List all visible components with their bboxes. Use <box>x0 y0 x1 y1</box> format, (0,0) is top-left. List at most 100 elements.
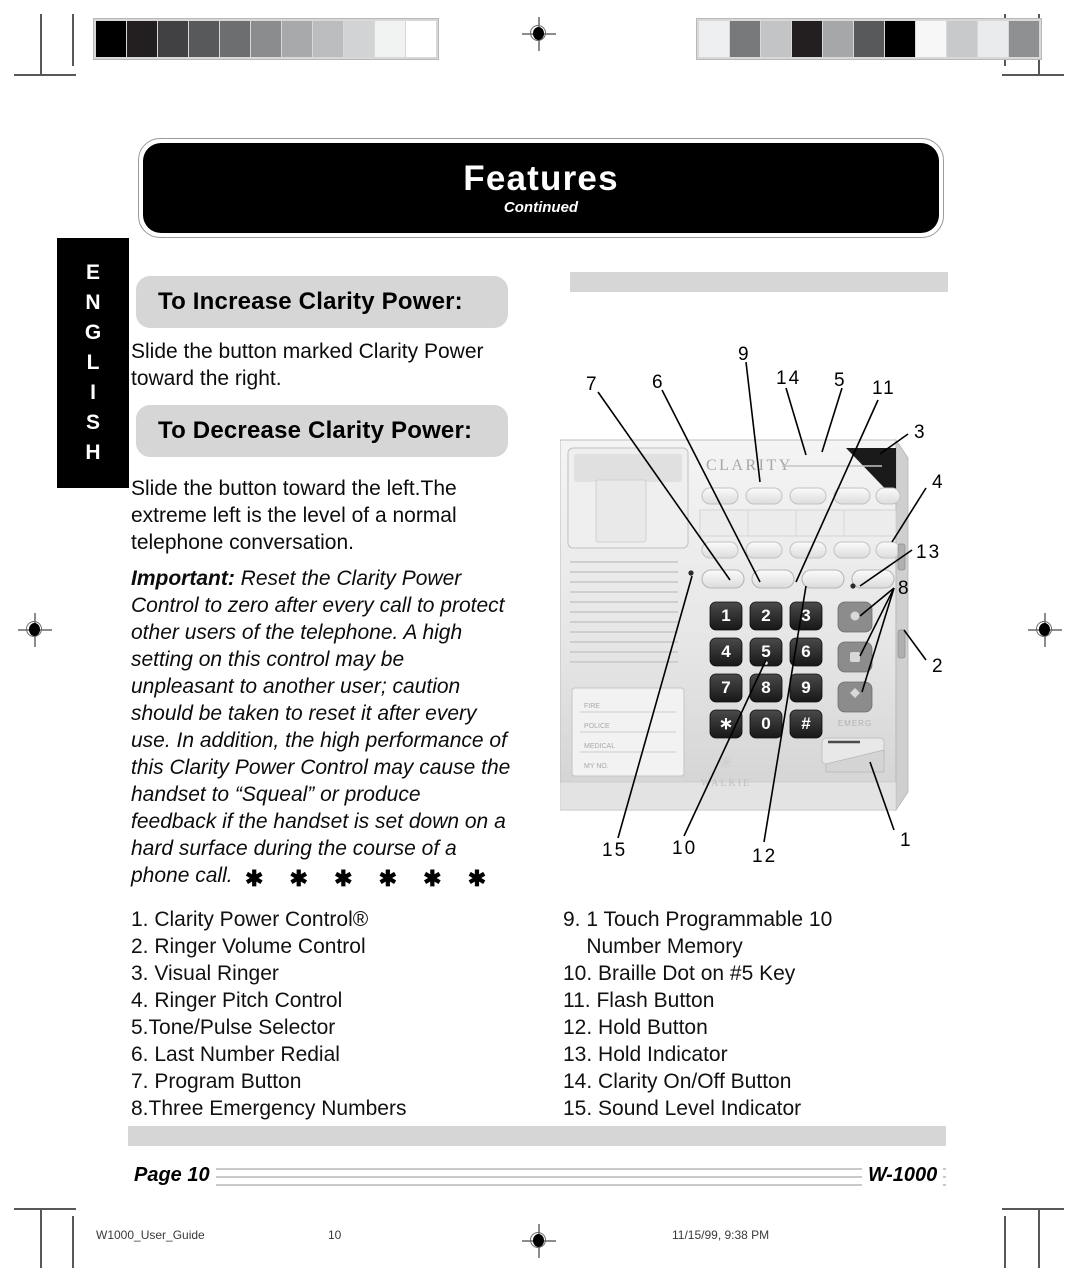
feature-legend-item-left-6: 7. Program Button <box>131 1070 302 1093</box>
svg-text:EMERG: EMERG <box>838 719 872 728</box>
page-header-banner: Features Continued <box>138 138 944 238</box>
svg-text:CLARITY: CLARITY <box>706 457 793 474</box>
calibration-swatch-5 <box>854 21 884 57</box>
svg-text:MEDICAL: MEDICAL <box>584 743 615 750</box>
calibration-swatch-7 <box>313 21 343 57</box>
ringer-volume-switch <box>897 629 906 659</box>
crop-mark-bottom-left-inner <box>72 1216 74 1268</box>
callout-number-8: 8 <box>898 578 911 599</box>
print-page-number: 10 <box>328 1228 342 1242</box>
sound-level-indicator-led <box>688 570 694 576</box>
calibration-swatch-10 <box>406 21 436 57</box>
svg-text:4: 4 <box>721 642 731 661</box>
body-increase-clarity-power: Slide the button marked Clarity Power to… <box>131 340 484 390</box>
svg-text:POLICE: POLICE <box>584 723 610 730</box>
calibration-swatch-0 <box>699 21 729 57</box>
language-tab-letter-4: I <box>90 381 96 404</box>
feature-legend-item-right-2: 10. Braille Dot on #5 Key <box>563 962 796 985</box>
feature-legend-item-right-0: 9. 1 Touch Programmable 10 <box>563 908 833 931</box>
feature-legend-item-right-7: 15. Sound Level Indicator <box>563 1097 802 1120</box>
crop-mark-bottom-right-inner <box>1004 1216 1006 1268</box>
handset: FIRE POLICE MEDICAL MY NO. <box>567 447 689 777</box>
page-number-label: Page 10 <box>128 1164 216 1187</box>
illustration-top-gray-bar <box>570 272 948 292</box>
footer-rule-top <box>128 1168 946 1170</box>
crop-mark-top-left-h <box>14 74 76 76</box>
crop-mark-bottom-right-h <box>1002 1208 1064 1210</box>
crop-mark-bottom-left-h <box>14 1208 76 1210</box>
footer-rule-bottom <box>128 1184 946 1186</box>
callout-number-3: 3 <box>914 422 927 443</box>
crop-mark-bottom-right-v <box>1038 1208 1040 1268</box>
important-note-lead: Important: <box>131 567 235 590</box>
crop-mark-bottom-left-v <box>40 1208 42 1268</box>
feature-legend-item-right-3: 11. Flash Button <box>563 989 715 1012</box>
calibration-strip-right <box>696 18 1042 60</box>
feature-legend-item-left-1: 2. Ringer Volume Control <box>131 935 366 958</box>
crop-mark-top-left-v <box>40 14 42 76</box>
svg-text:8: 8 <box>761 678 770 697</box>
model-number-label: W-1000 <box>862 1164 944 1187</box>
document-page: Features Continued ENGLISH To Increase C… <box>0 0 1080 1282</box>
print-timestamp: 11/15/99, 9:38 PM <box>672 1228 770 1242</box>
callout-number-2: 2 <box>932 656 945 677</box>
svg-text:FIRE: FIRE <box>584 703 600 710</box>
footer-gray-bar <box>128 1126 946 1146</box>
registration-mark-top <box>522 17 556 51</box>
calibration-swatch-9 <box>978 21 1008 57</box>
important-note-text: Reset the Clarity Power Control to zero … <box>131 567 511 887</box>
feature-legend-item-left-0: 1. Clarity Power Control® <box>131 908 369 931</box>
section-divider-stars: ✱ ✱ ✱ ✱ ✱ ✱ <box>245 866 497 891</box>
body-decrease-clarity-power: Slide the button toward the left.The ext… <box>131 477 457 554</box>
svg-text:MY NO.: MY NO. <box>584 763 609 770</box>
callout-number-5: 5 <box>834 370 847 391</box>
svg-text:1: 1 <box>721 606 730 625</box>
svg-text:6: 6 <box>801 642 810 661</box>
feature-legend-item-left-2: 3. Visual Ringer <box>131 962 279 985</box>
callout-number-10: 10 <box>672 838 698 859</box>
calibration-swatch-9 <box>375 21 405 57</box>
svg-text:2: 2 <box>761 606 770 625</box>
calibration-swatch-6 <box>885 21 915 57</box>
feature-legend-item-right-5: 13. Hold Indicator <box>563 1043 728 1066</box>
page-title: Features <box>463 159 619 198</box>
callout-number-12: 12 <box>752 846 778 867</box>
calibration-swatch-10 <box>1009 21 1039 57</box>
calibration-swatch-4 <box>823 21 853 57</box>
feature-legend-right-column: 9. 1 Touch Programmable 10 Number Memory… <box>563 906 983 1122</box>
svg-text:7: 7 <box>721 678 730 697</box>
language-tab-letter-2: G <box>84 321 102 344</box>
feature-legend-item-left-5: 6. Last Number Redial <box>131 1043 340 1066</box>
phone-illustration: FIRE POLICE MEDICAL MY NO. CLARITY 1 2 3… <box>560 330 970 870</box>
crop-mark-top-left-inner <box>72 14 74 66</box>
calibration-swatch-1 <box>127 21 157 57</box>
callout-number-14: 14 <box>776 368 802 389</box>
heading-decrease-clarity-power: To Decrease Clarity Power: <box>136 405 508 457</box>
heading-increase-clarity-power: To Increase Clarity Power: <box>136 276 508 328</box>
calibration-swatch-2 <box>761 21 791 57</box>
svg-text:∗: ∗ <box>719 714 733 733</box>
feature-legend-item-right-6: 14. Clarity On/Off Button <box>563 1070 792 1093</box>
phone-diagram-svg: FIRE POLICE MEDICAL MY NO. CLARITY 1 2 3… <box>560 361 927 843</box>
calibration-swatch-2 <box>158 21 188 57</box>
feature-legend-item-right-4: 12. Hold Button <box>563 1016 708 1039</box>
callout-number-15: 15 <box>602 840 628 861</box>
calibration-swatch-6 <box>282 21 312 57</box>
language-tab-letter-0: E <box>85 261 100 284</box>
language-tab-letter-3: L <box>86 351 100 374</box>
callout-number-7: 7 <box>586 374 599 395</box>
calibration-swatch-4 <box>220 21 250 57</box>
calibration-strip-left <box>93 18 439 60</box>
calibration-swatch-8 <box>344 21 374 57</box>
callout-number-13: 13 <box>916 542 942 563</box>
language-tab-letter-1: N <box>85 291 101 314</box>
important-note: Important: Reset the Clarity Power Contr… <box>131 565 511 889</box>
calibration-swatch-5 <box>251 21 281 57</box>
callout-number-1: 1 <box>900 830 913 851</box>
registration-mark-bottom <box>522 1224 556 1258</box>
footer-rule-mid <box>128 1176 946 1178</box>
svg-text:#: # <box>801 714 811 733</box>
emergency-key-group: EMERG <box>837 601 873 728</box>
calibration-swatch-1 <box>730 21 760 57</box>
callout-number-4: 4 <box>932 472 945 493</box>
